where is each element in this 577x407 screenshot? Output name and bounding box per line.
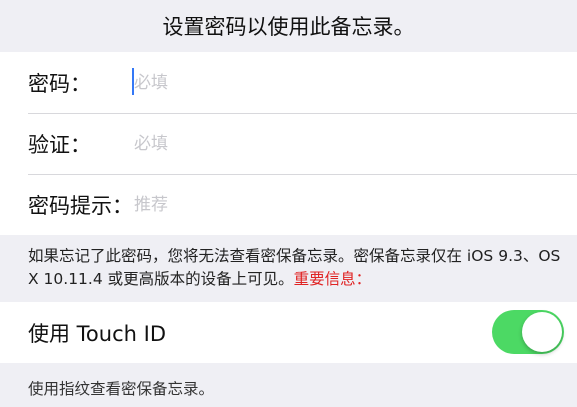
hint-row[interactable]: 密码提示： <box>0 174 577 235</box>
hint-label: 密码提示： <box>28 193 133 218</box>
warning-notice: 如果忘记了此密码，您将无法查看密保备忘录。密保备忘录仅在 iOS 9.3、OS … <box>28 245 568 291</box>
password-input[interactable] <box>134 72 554 93</box>
password-row[interactable]: 密码： <box>0 52 577 113</box>
password-label: 密码： <box>28 71 91 96</box>
touch-id-toggle[interactable] <box>492 310 564 354</box>
page-title: 设置密码以使用此备忘录。 <box>162 15 415 39</box>
verify-label: 验证： <box>28 132 91 157</box>
toggle-knob <box>522 312 562 352</box>
hint-input[interactable] <box>134 194 554 215</box>
verify-input[interactable] <box>134 133 554 154</box>
touch-id-footnote: 使用指纹查看密保备忘录。 <box>28 380 215 398</box>
touch-id-row: 使用 Touch ID <box>0 302 577 363</box>
password-form: 密码： 验证： 密码提示： <box>0 52 577 235</box>
important-info-link[interactable]: 重要信息： <box>294 270 372 288</box>
touch-id-label: 使用 Touch ID <box>28 321 166 346</box>
verify-row[interactable]: 验证： <box>0 113 577 174</box>
